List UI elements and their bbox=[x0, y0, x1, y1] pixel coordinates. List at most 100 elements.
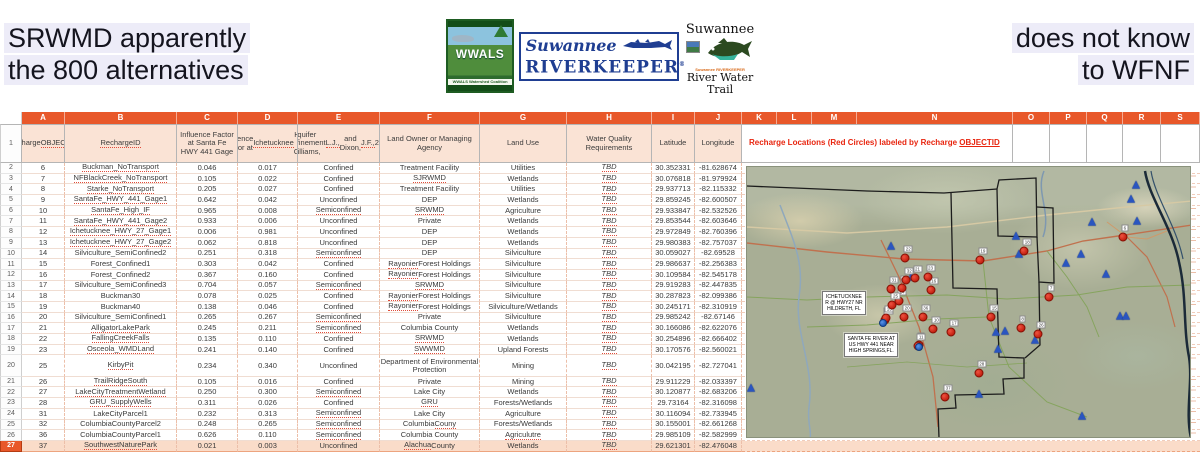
cell-i[interactable]: 30.166086 bbox=[652, 323, 695, 334]
header-cell-d[interactable]: Influence Factor at Ichetucknee HWY 27 G… bbox=[238, 124, 298, 163]
cell-f[interactable]: Rayonier Forest Holdings bbox=[380, 270, 480, 281]
cell-h[interactable]: TBD bbox=[567, 281, 652, 292]
cell-b[interactable]: Silviculture_SemiConfined1 bbox=[65, 313, 177, 324]
cell-f[interactable]: Columbia Couny bbox=[380, 420, 480, 431]
cell-g[interactable]: Silviculture bbox=[480, 281, 567, 292]
row-number[interactable]: 25 bbox=[0, 420, 22, 431]
cell-j[interactable]: -82.733945 bbox=[695, 409, 742, 420]
cell-a[interactable]: 18 bbox=[22, 291, 65, 302]
cell-i[interactable]: 29.985109 bbox=[652, 430, 695, 441]
cell-i[interactable]: 29.933847 bbox=[652, 206, 695, 217]
cell-e[interactable]: Unconfined bbox=[298, 227, 380, 238]
cell-g[interactable]: Wetlands bbox=[480, 387, 567, 398]
row-number[interactable]: 13 bbox=[0, 281, 22, 292]
cell-f[interactable]: DEP bbox=[380, 195, 480, 206]
cell-c[interactable]: 0.241 bbox=[177, 345, 238, 356]
cell-a[interactable]: 8 bbox=[22, 184, 65, 195]
cell-f[interactable]: DEP bbox=[380, 227, 480, 238]
cell-b[interactable]: FallingCreekFalls bbox=[65, 334, 177, 345]
cell-d[interactable]: 0.211 bbox=[238, 323, 298, 334]
cell-c[interactable]: 0.205 bbox=[177, 184, 238, 195]
cell-i[interactable]: 30.042195 bbox=[652, 355, 695, 376]
cell-d[interactable]: 0.042 bbox=[238, 195, 298, 206]
cell-a[interactable]: 28 bbox=[22, 398, 65, 409]
cell-i[interactable]: 30.109584 bbox=[652, 270, 695, 281]
cell-a[interactable]: 32 bbox=[22, 420, 65, 431]
cell-h[interactable]: TBD bbox=[567, 206, 652, 217]
cell-h[interactable]: TBD bbox=[567, 238, 652, 249]
cell-a[interactable]: 25 bbox=[22, 355, 65, 376]
header-cell-a[interactable]: Recharge OBJECTID bbox=[22, 124, 65, 163]
cell-a[interactable]: 13 bbox=[22, 238, 65, 249]
cell-e[interactable]: Confined bbox=[298, 184, 380, 195]
cell-b[interactable]: SouthwestNaturePark bbox=[65, 441, 177, 452]
cell-d[interactable]: 0.340 bbox=[238, 355, 298, 376]
cell-i[interactable]: 30.155001 bbox=[652, 420, 695, 431]
cell-f[interactable]: DEP bbox=[380, 238, 480, 249]
cell-e[interactable]: Semiconfined bbox=[298, 409, 380, 420]
cell-h[interactable]: TBD bbox=[567, 345, 652, 356]
cell-b[interactable]: Silviculture_SemiConfined3 bbox=[65, 281, 177, 292]
cell-e[interactable]: Confined bbox=[298, 291, 380, 302]
cell-j[interactable]: -81.979924 bbox=[695, 174, 742, 185]
cell-c[interactable]: 0.704 bbox=[177, 281, 238, 292]
cell-h[interactable]: TBD bbox=[567, 398, 652, 409]
cell-i[interactable]: 29.919283 bbox=[652, 281, 695, 292]
column-header-R[interactable]: R bbox=[1123, 112, 1161, 124]
cell-e[interactable]: Unconfined bbox=[298, 441, 380, 452]
cell-h[interactable]: TBD bbox=[567, 249, 652, 260]
cell-e[interactable]: Unconfined bbox=[298, 216, 380, 227]
cell-c[interactable]: 0.021 bbox=[177, 441, 238, 452]
cell-i[interactable]: 29.911229 bbox=[652, 377, 695, 388]
cell-g[interactable]: Silviculture bbox=[480, 291, 567, 302]
cell-c[interactable]: 0.138 bbox=[177, 302, 238, 313]
cell-g[interactable]: Wetlands bbox=[480, 195, 567, 206]
cell-h[interactable]: TBD bbox=[567, 420, 652, 431]
cell-d[interactable]: 0.017 bbox=[238, 163, 298, 174]
empty-header-cell[interactable] bbox=[1123, 124, 1161, 163]
cell-j[interactable]: -82.310919 bbox=[695, 302, 742, 313]
cell-j[interactable]: -82.67146 bbox=[695, 313, 742, 324]
cell-h[interactable]: TBD bbox=[567, 163, 652, 174]
cell-e[interactable]: Confined bbox=[298, 398, 380, 409]
cell-d[interactable]: 0.026 bbox=[238, 398, 298, 409]
cell-i[interactable]: 30.254896 bbox=[652, 334, 695, 345]
cell-e[interactable]: Confined bbox=[298, 377, 380, 388]
cell-c[interactable]: 0.251 bbox=[177, 249, 238, 260]
header-cell-c[interactable]: Influence Factor at Santa Fe HWY 441 Gag… bbox=[177, 124, 238, 163]
cell-b[interactable]: LakeCityTreatmentWetland bbox=[65, 387, 177, 398]
cell-d[interactable]: 0.110 bbox=[238, 334, 298, 345]
cell-c[interactable]: 0.234 bbox=[177, 355, 238, 376]
cell-e[interactable]: Confined bbox=[298, 174, 380, 185]
cell-e[interactable]: Semiconfined bbox=[298, 249, 380, 260]
cell-h[interactable]: TBD bbox=[567, 216, 652, 227]
row-number[interactable]: 21 bbox=[0, 377, 22, 388]
cell-g[interactable]: Silviculture bbox=[480, 259, 567, 270]
cell-a[interactable]: 7 bbox=[22, 174, 65, 185]
cell-c[interactable]: 0.250 bbox=[177, 387, 238, 398]
row-number[interactable]: 16 bbox=[0, 313, 22, 324]
cell-j[interactable]: -82.099386 bbox=[695, 291, 742, 302]
cell-a[interactable]: 11 bbox=[22, 216, 65, 227]
cell-i[interactable]: 29.621301 bbox=[652, 441, 695, 452]
cell-d[interactable]: 0.057 bbox=[238, 281, 298, 292]
cell-c[interactable]: 0.062 bbox=[177, 238, 238, 249]
cell-h[interactable]: TBD bbox=[567, 184, 652, 195]
cell-j[interactable]: -82.661268 bbox=[695, 420, 742, 431]
cell-c[interactable]: 0.965 bbox=[177, 206, 238, 217]
cell-e[interactable]: Semiconfined bbox=[298, 206, 380, 217]
cell-f[interactable]: Rayonier Forest Holdings bbox=[380, 259, 480, 270]
cell-c[interactable]: 0.626 bbox=[177, 430, 238, 441]
cell-d[interactable]: 0.003 bbox=[238, 441, 298, 452]
cell-j[interactable]: -82.115332 bbox=[695, 184, 742, 195]
cell-i[interactable]: 30.059027 bbox=[652, 249, 695, 260]
cell-f[interactable]: Lake City bbox=[380, 387, 480, 398]
cell-d[interactable]: 0.267 bbox=[238, 313, 298, 324]
cell-b[interactable]: SantaFe_HWY_441_Gage2 bbox=[65, 216, 177, 227]
row-number[interactable]: 5 bbox=[0, 195, 22, 206]
cell-c[interactable]: 0.303 bbox=[177, 259, 238, 270]
cell-b[interactable]: Forest_Confined2 bbox=[65, 270, 177, 281]
cell-i[interactable]: 29.972849 bbox=[652, 227, 695, 238]
row-number[interactable]: 11 bbox=[0, 259, 22, 270]
row-number[interactable]: 7 bbox=[0, 216, 22, 227]
